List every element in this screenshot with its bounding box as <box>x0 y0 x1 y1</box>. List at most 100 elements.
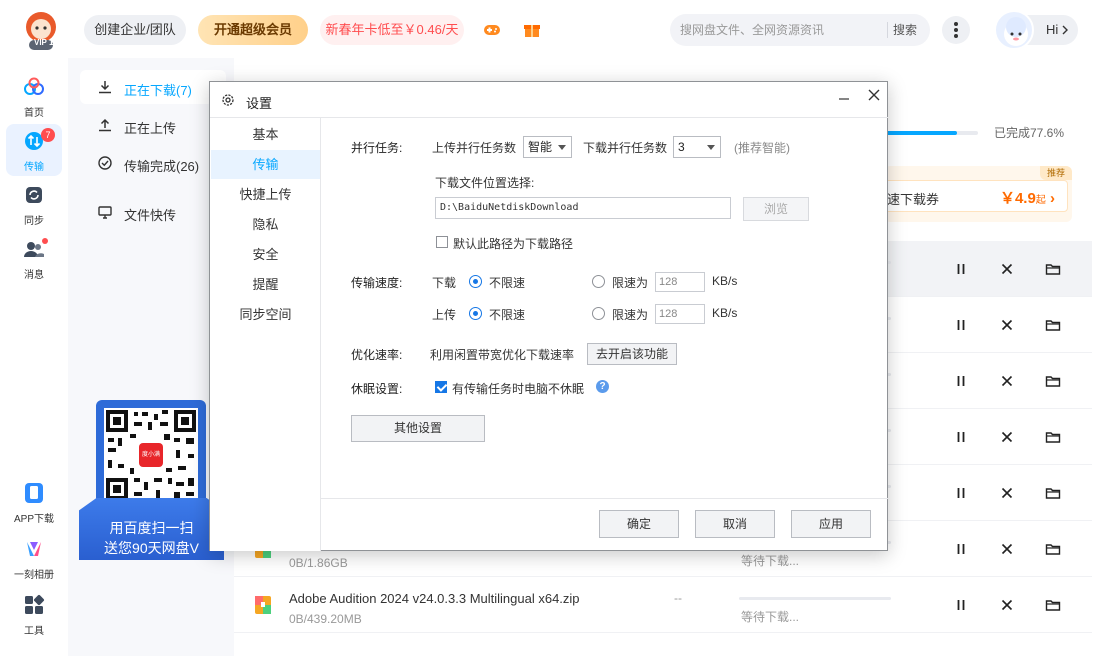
default-path-label: 默认此路径为下载路径 <box>453 237 574 251</box>
subnav-label: 正在下载(7) <box>124 83 192 98</box>
more-dot-icon <box>954 22 958 26</box>
upload-icon <box>99 118 111 132</box>
cancel-button[interactable]: 取消 <box>695 510 775 538</box>
pause-icon[interactable] <box>953 373 969 389</box>
upload-speed-label: 上传 <box>432 308 457 322</box>
pause-icon[interactable] <box>953 317 969 333</box>
search-button[interactable]: 搜索 <box>893 21 917 38</box>
open-svip-button[interactable]: 开通超级会员 <box>198 15 308 45</box>
download-limit-input[interactable]: 128 <box>655 272 705 292</box>
download-status: 等待下载... <box>741 554 800 568</box>
subnav-label: 文件快传 <box>124 208 177 223</box>
zip-file-icon <box>255 596 271 614</box>
upload-limit-radio[interactable] <box>592 307 605 320</box>
upload-parallel-select[interactable]: 智能 <box>523 136 572 158</box>
chevron-right-icon <box>1062 25 1068 35</box>
subnav-label: 传输完成(26) <box>124 159 200 174</box>
subnav-item-downloading[interactable]: 正在下载(7) <box>80 70 226 104</box>
cancel-task-icon[interactable] <box>999 317 1015 333</box>
settings-tab[interactable]: 同步空间 <box>211 300 320 329</box>
ok-button[interactable]: 确定 <box>599 510 679 538</box>
gift-icon[interactable] <box>522 20 542 40</box>
settings-tab-list: 基本 传输 快捷上传 隐私 安全 提醒 同步空间 <box>210 118 321 551</box>
cancel-task-icon[interactable] <box>999 429 1015 445</box>
cancel-task-icon[interactable] <box>999 485 1015 501</box>
more-menu-button[interactable] <box>942 16 970 44</box>
subnav-item-quick-transfer[interactable]: 文件快传 <box>80 195 226 229</box>
row-progress-bar <box>739 597 891 600</box>
settings-tab[interactable]: 传输 <box>211 150 320 179</box>
dialog-footer: 确定 取消 应用 <box>321 498 888 551</box>
apply-button[interactable]: 应用 <box>791 510 871 538</box>
optimize-rate-label: 优化速率: <box>351 348 403 362</box>
rail-item-app-download[interactable]: APP下载 <box>6 476 62 528</box>
subnav-item-uploading[interactable]: 正在上传 <box>80 108 226 142</box>
upload-limit-input[interactable]: 128 <box>655 304 705 324</box>
more-dot-icon <box>954 34 958 38</box>
other-settings-button[interactable]: 其他设置 <box>351 415 485 442</box>
help-icon[interactable]: ? <box>596 380 609 393</box>
search-input[interactable] <box>680 20 880 40</box>
pause-icon[interactable] <box>953 485 969 501</box>
open-folder-icon[interactable] <box>1045 429 1061 445</box>
settings-tab[interactable]: 快捷上传 <box>211 180 320 209</box>
prevent-sleep-checkbox[interactable] <box>435 381 447 393</box>
open-folder-icon[interactable] <box>1045 541 1061 557</box>
open-folder-icon[interactable] <box>1045 373 1061 389</box>
minimize-icon[interactable] <box>838 93 850 105</box>
download-limit-radio[interactable] <box>592 275 605 288</box>
transfer-speed-label: 传输速度: <box>351 276 403 290</box>
upload-limit-unit: KB/s <box>712 306 738 320</box>
total-progress-text: 已完成77.6% <box>994 126 1065 140</box>
qr-promo-card[interactable]: 度小满 用百度扫一扫 送您90天网盘V <box>79 400 224 560</box>
rail-item-album[interactable]: 一刻相册 <box>6 532 62 584</box>
game-icon[interactable] <box>482 20 502 40</box>
download-path-field[interactable]: D:\BaiduNetdiskDownload <box>435 197 731 219</box>
rail-item-messages[interactable]: 消息 <box>6 232 62 284</box>
rail-item-home[interactable]: 首页 <box>6 70 62 122</box>
qr-banner-line2: 送您90天网盘V <box>104 540 199 556</box>
browse-button[interactable]: 浏览 <box>743 197 809 221</box>
pause-icon[interactable] <box>953 429 969 445</box>
open-folder-icon[interactable] <box>1045 597 1061 613</box>
album-icon <box>27 542 41 556</box>
settings-tab[interactable]: 基本 <box>211 120 320 149</box>
speed-coupon-card[interactable]: 速下载券 ￥4.9起 › 推荐 <box>884 166 1072 222</box>
cancel-task-icon[interactable] <box>999 541 1015 557</box>
new-year-promo-button[interactable]: 新春年卡低至￥0.46/天 <box>320 15 464 45</box>
download-parallel-select[interactable]: 3 <box>673 136 721 158</box>
speed-coupon-price-value: ￥4.9 <box>999 190 1036 207</box>
rail-item-tools[interactable]: 工具 <box>6 588 62 640</box>
cancel-task-icon[interactable] <box>999 373 1015 389</box>
settings-tab[interactable]: 安全 <box>211 240 320 269</box>
download-parallel-label: 下载并行任务数 <box>583 141 668 155</box>
qr-center-logo: 度小满 <box>141 452 160 458</box>
create-team-button[interactable]: 创建企业/团队 <box>84 15 186 45</box>
user-menu[interactable]: Hi <box>994 10 1078 50</box>
open-folder-icon[interactable] <box>1045 261 1061 277</box>
rail-item-transfer[interactable]: 7 传输 <box>6 124 62 176</box>
upload-unlimited-radio[interactable] <box>469 307 482 320</box>
total-progress-fill <box>884 131 957 135</box>
close-icon[interactable] <box>866 87 882 103</box>
qr-code-image: 度小满 <box>104 408 198 502</box>
download-unlimited-radio[interactable] <box>469 275 482 288</box>
open-folder-icon[interactable] <box>1045 317 1061 333</box>
cancel-task-icon[interactable] <box>999 597 1015 613</box>
settings-tab[interactable]: 提醒 <box>211 270 320 299</box>
default-path-checkbox[interactable] <box>436 236 448 248</box>
download-row[interactable]: Adobe Audition 2024 v24.0.3.3 Multilingu… <box>234 577 1092 633</box>
settings-tab[interactable]: 隐私 <box>211 210 320 239</box>
pause-icon[interactable] <box>953 261 969 277</box>
rail-label: 消息 <box>24 270 44 281</box>
vip-avatar-logo[interactable]: VIP 1 <box>20 10 62 50</box>
subnav-item-completed[interactable]: 传输完成(26) <box>80 146 226 180</box>
cancel-task-icon[interactable] <box>999 261 1015 277</box>
top-bar: VIP 1 创建企业/团队 开通超级会员 新春年卡低至￥0.46/天 搜索 Hi <box>0 0 1098 58</box>
open-folder-icon[interactable] <box>1045 485 1061 501</box>
rail-item-sync[interactable]: 同步 <box>6 178 62 230</box>
pause-icon[interactable] <box>953 541 969 557</box>
pause-icon[interactable] <box>953 597 969 613</box>
enable-optimize-button[interactable]: 去开启该功能 <box>587 343 677 365</box>
download-limit-unit: KB/s <box>712 274 738 288</box>
